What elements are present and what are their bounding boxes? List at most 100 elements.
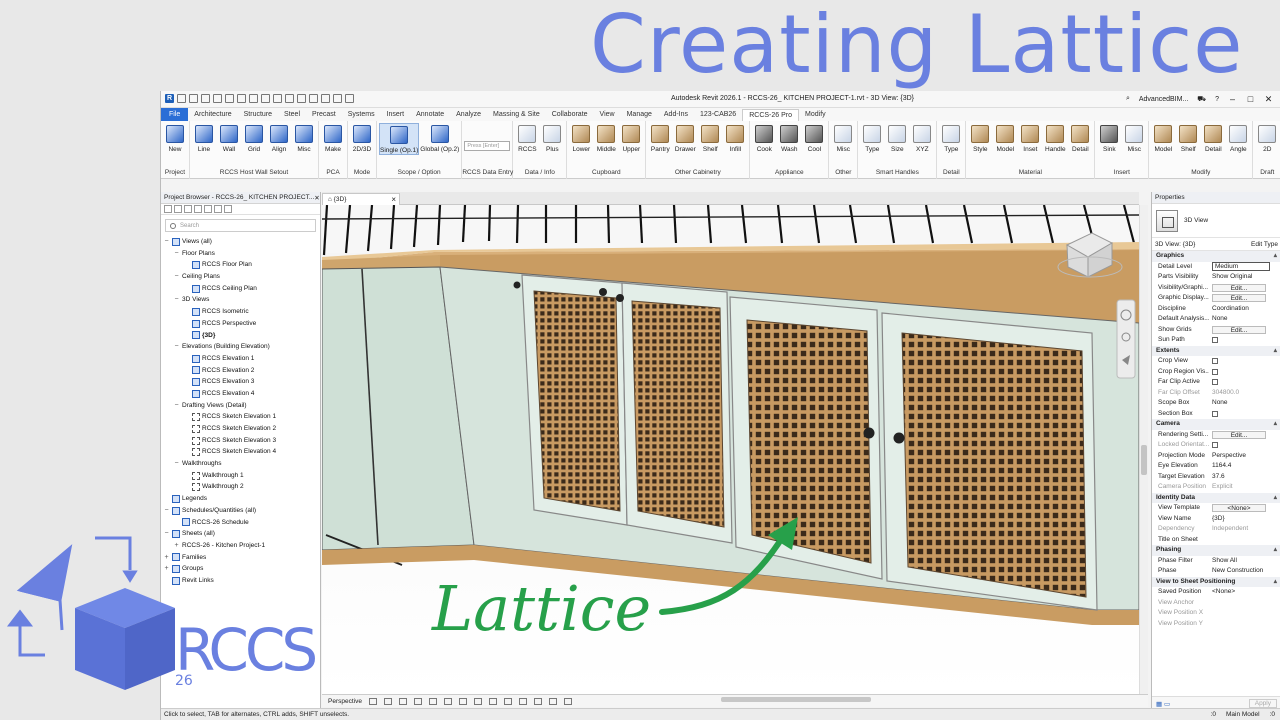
tab-file[interactable]: File [161, 108, 189, 121]
tool-pantry-button[interactable]: Pantry [648, 123, 672, 153]
property-edit-button[interactable]: Edit... [1212, 430, 1266, 439]
binoculars-icon[interactable]: ⌕ [1126, 95, 1130, 103]
close-tab-icon[interactable]: × [391, 194, 396, 205]
text-icon[interactable] [285, 94, 294, 103]
search-input[interactable]: Search [165, 219, 316, 232]
tag-icon[interactable] [273, 94, 282, 103]
tool-size-button[interactable]: Size [885, 123, 909, 153]
apply-button[interactable]: Apply [1248, 699, 1277, 708]
home-3d-icon[interactable] [297, 94, 306, 103]
tool-single-op-1--button[interactable]: Single (Op.1) [379, 123, 420, 155]
collapse-icon[interactable]: − [163, 236, 170, 248]
tool-middle-button[interactable]: Middle [594, 123, 618, 153]
tool-model-button[interactable]: Model [1151, 123, 1175, 153]
analysis-icon[interactable] [533, 697, 542, 705]
edit-type-button[interactable]: Edit Type [1251, 241, 1278, 248]
type-selector[interactable]: 3D View [1152, 204, 1280, 238]
browser-item[interactable]: Walkthrough 2 [163, 481, 320, 493]
tab-massing-site[interactable]: Massing & Site [487, 109, 546, 121]
tool-make-button[interactable]: Make [321, 123, 345, 153]
collapse-icon[interactable]: − [163, 505, 170, 517]
tab-analyze[interactable]: Analyze [450, 109, 487, 121]
tab-steel[interactable]: Steel [278, 109, 306, 121]
crop-icon[interactable] [443, 697, 452, 705]
tab-manage[interactable]: Manage [621, 109, 658, 121]
browser-item[interactable]: RCCS Elevation 3 [163, 376, 320, 388]
scroll-thumb[interactable] [1141, 445, 1147, 475]
browser-item[interactable]: − Walkthroughs [163, 458, 320, 470]
tab-annotate[interactable]: Annotate [410, 109, 450, 121]
render-icon[interactable] [428, 697, 437, 705]
browser-item[interactable]: RCCS Elevation 1 [163, 353, 320, 365]
tab-123-cab26[interactable]: 123-CAB26 [694, 109, 742, 121]
highlight-icon[interactable] [548, 697, 557, 705]
browser-item[interactable]: RCCS Perspective [163, 318, 320, 330]
redo-icon[interactable] [225, 94, 234, 103]
help-icon[interactable]: ? [1215, 96, 1219, 103]
worksharing-icon[interactable] [518, 697, 527, 705]
tool-lower-button[interactable]: Lower [569, 123, 593, 153]
tool-new-button[interactable]: New [163, 123, 187, 153]
browser-item[interactable]: Legends [163, 493, 320, 505]
lattice-panel-1[interactable] [533, 290, 621, 512]
browser-item[interactable]: RCCS Sketch Elevation 4 [163, 446, 320, 458]
show-crop-icon[interactable] [458, 697, 467, 705]
tab-collaborate[interactable]: Collaborate [546, 109, 594, 121]
browser-item[interactable]: − Elevations (Building Elevation) [163, 341, 320, 353]
lattice-panel-4[interactable] [901, 332, 1087, 598]
tool-sink-button[interactable]: Sink [1097, 123, 1121, 153]
status-worksets[interactable]: :0 [1211, 711, 1216, 718]
tab-systems[interactable]: Systems [342, 109, 381, 121]
status-filter[interactable]: :0 [1270, 711, 1275, 718]
property-section[interactable]: Identity Data [1152, 492, 1280, 503]
tool-style-button[interactable]: Style [968, 123, 992, 153]
property-edit-button[interactable]: Edit... [1212, 283, 1266, 292]
browser-item[interactable]: − Ceiling Plans [163, 271, 320, 283]
browser-item[interactable]: RCCS Isometric [163, 306, 320, 318]
sun-path-icon[interactable] [398, 697, 407, 705]
section-icon[interactable] [309, 94, 318, 103]
close-hidden-icon[interactable] [333, 94, 342, 103]
property-section[interactable]: Phasing [1152, 545, 1280, 556]
tool-2d-3d-button[interactable]: 2D/3D [350, 123, 374, 153]
tool-wall-button[interactable]: Wall [217, 123, 241, 153]
tab-precast[interactable]: Precast [306, 109, 342, 121]
tab-rccs-26-pro[interactable]: RCCS-26 Pro [742, 109, 800, 121]
open-icon[interactable] [177, 94, 186, 103]
vertical-scrollbar[interactable] [1139, 205, 1148, 694]
tool-misc-button[interactable]: Misc [292, 123, 316, 153]
undo-icon[interactable] [213, 94, 222, 103]
tool-misc-button[interactable]: Misc [1122, 123, 1146, 153]
tool-2d-button[interactable]: 2D [1255, 123, 1279, 153]
tool-drawer-button[interactable]: Drawer [673, 123, 697, 153]
tab-view[interactable]: View [594, 109, 621, 121]
tool-detail-button[interactable]: Detail [1068, 123, 1092, 153]
browser-item[interactable]: RCCS Sketch Elevation 1 [163, 411, 320, 423]
maximize-button[interactable]: □ [1246, 94, 1255, 104]
tool-detail-button[interactable]: Detail [1201, 123, 1225, 153]
tool-plus-button[interactable]: Plus [540, 123, 564, 153]
collapse-icon[interactable]: − [173, 400, 180, 412]
tool-cook-button[interactable]: Cook [752, 123, 776, 153]
browser-item[interactable]: RCCS-26 Schedule [163, 517, 320, 529]
collapse-icon[interactable]: − [173, 294, 180, 306]
thin-lines-icon[interactable] [321, 94, 330, 103]
browser-item[interactable]: −3D Views [163, 294, 320, 306]
browser-item[interactable]: − Floor Plans [163, 248, 320, 260]
tool-infill-button[interactable]: Infill [723, 123, 747, 153]
lattice-panel-2[interactable] [631, 300, 725, 528]
property-section[interactable]: Graphics [1152, 251, 1280, 262]
3d-view-canvas[interactable]: Lattice [322, 205, 1139, 694]
property-section[interactable]: Extents [1152, 345, 1280, 356]
browser-item[interactable]: − Schedules/Quantities (all) [163, 505, 320, 517]
browser-item[interactable]: RCCS Elevation 4 [163, 388, 320, 400]
tool-misc-button[interactable]: Misc [831, 123, 855, 153]
browser-item[interactable]: − Views (all) [163, 236, 320, 248]
browser-item[interactable]: RCCS Elevation 2 [163, 365, 320, 377]
schedule-icon[interactable] [214, 205, 222, 213]
tool-type-button[interactable]: Type [860, 123, 884, 153]
tool-handle-button[interactable]: Handle [1043, 123, 1067, 153]
property-section[interactable]: Camera [1152, 419, 1280, 430]
search-icon[interactable] [174, 205, 182, 213]
collapse-icon[interactable]: − [173, 458, 180, 470]
